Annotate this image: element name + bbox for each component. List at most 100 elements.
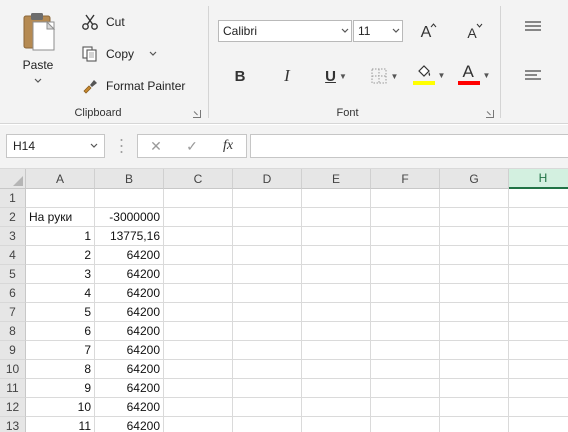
paste-button[interactable]: Paste xyxy=(12,6,64,88)
cell-h12[interactable] xyxy=(509,398,568,417)
cell-g10[interactable] xyxy=(440,360,509,379)
clipboard-launcher-icon[interactable] xyxy=(193,110,201,118)
enter-icon[interactable]: ✓ xyxy=(174,138,210,155)
cell-d2[interactable] xyxy=(233,208,302,227)
cell-h13[interactable] xyxy=(509,417,568,432)
row-header[interactable]: 5 xyxy=(0,265,26,284)
cell-c12[interactable] xyxy=(164,398,233,417)
name-box[interactable]: H14 xyxy=(6,134,105,158)
cell-h11[interactable] xyxy=(509,379,568,398)
row-header[interactable]: 12 xyxy=(0,398,26,417)
cell-e13[interactable] xyxy=(302,417,371,432)
copy-button[interactable]: Copy xyxy=(80,43,134,65)
align-left-icon[interactable] xyxy=(524,69,542,81)
cell-f5[interactable] xyxy=(371,265,440,284)
font-size-dropdown-icon[interactable] xyxy=(388,21,402,41)
cell-c3[interactable] xyxy=(164,227,233,246)
cancel-icon[interactable]: ✕ xyxy=(138,138,174,155)
font-size-combo[interactable]: 11 xyxy=(353,20,403,42)
cell-f8[interactable] xyxy=(371,322,440,341)
cell-c6[interactable] xyxy=(164,284,233,303)
cell-a6[interactable]: 4 xyxy=(26,284,95,303)
cell-c11[interactable] xyxy=(164,379,233,398)
row-header[interactable]: 10 xyxy=(0,360,26,379)
cell-a7[interactable]: 5 xyxy=(26,303,95,322)
cell-d11[interactable] xyxy=(233,379,302,398)
cell-g3[interactable] xyxy=(440,227,509,246)
cell-a4[interactable]: 2 xyxy=(26,246,95,265)
cell-g13[interactable] xyxy=(440,417,509,432)
cell-b11[interactable]: 64200 xyxy=(95,379,164,398)
cell-g1[interactable] xyxy=(440,189,509,208)
cell-h5[interactable] xyxy=(509,265,568,284)
cell-f7[interactable] xyxy=(371,303,440,322)
fill-color-dropdown-icon[interactable]: ▼ xyxy=(438,71,446,80)
cell-f4[interactable] xyxy=(371,246,440,265)
bold-button[interactable]: B xyxy=(228,64,252,88)
fill-color-button[interactable]: ▼ xyxy=(411,62,447,88)
cell-a10[interactable]: 8 xyxy=(26,360,95,379)
cell-c13[interactable] xyxy=(164,417,233,432)
borders-button[interactable]: ▼ xyxy=(366,64,402,88)
cell-b7[interactable]: 64200 xyxy=(95,303,164,322)
cell-c4[interactable] xyxy=(164,246,233,265)
cell-b9[interactable]: 64200 xyxy=(95,341,164,360)
cell-g8[interactable] xyxy=(440,322,509,341)
cell-h7[interactable] xyxy=(509,303,568,322)
row-header[interactable]: 3 xyxy=(0,227,26,246)
cell-a8[interactable]: 6 xyxy=(26,322,95,341)
cell-a13[interactable]: 11 xyxy=(26,417,95,432)
align-top-icon[interactable] xyxy=(524,20,542,32)
cell-b10[interactable]: 64200 xyxy=(95,360,164,379)
cell-d7[interactable] xyxy=(233,303,302,322)
cell-h6[interactable] xyxy=(509,284,568,303)
column-header-c[interactable]: C xyxy=(164,169,233,189)
cell-g9[interactable] xyxy=(440,341,509,360)
paste-dropdown-icon[interactable] xyxy=(34,78,42,84)
cell-h4[interactable] xyxy=(509,246,568,265)
cell-h3[interactable] xyxy=(509,227,568,246)
cell-h2[interactable] xyxy=(509,208,568,227)
cell-e4[interactable] xyxy=(302,246,371,265)
cell-d10[interactable] xyxy=(233,360,302,379)
increase-font-size-button[interactable]: A xyxy=(414,21,438,45)
underline-button[interactable]: U ▼ xyxy=(318,64,354,88)
font-name-dropdown-icon[interactable] xyxy=(337,21,351,41)
cell-f2[interactable] xyxy=(371,208,440,227)
cell-d13[interactable] xyxy=(233,417,302,432)
row-header[interactable]: 7 xyxy=(0,303,26,322)
column-header-f[interactable]: F xyxy=(371,169,440,189)
cut-button[interactable]: Cut xyxy=(80,11,125,33)
cell-a2[interactable]: На руки xyxy=(26,208,95,227)
cell-g6[interactable] xyxy=(440,284,509,303)
formula-input[interactable] xyxy=(250,134,568,158)
cell-e8[interactable] xyxy=(302,322,371,341)
cell-c7[interactable] xyxy=(164,303,233,322)
cell-c10[interactable] xyxy=(164,360,233,379)
row-header[interactable]: 1 xyxy=(0,189,26,208)
decrease-font-size-button[interactable]: A xyxy=(460,21,484,45)
row-header[interactable]: 9 xyxy=(0,341,26,360)
cell-c9[interactable] xyxy=(164,341,233,360)
cell-g2[interactable] xyxy=(440,208,509,227)
cell-e9[interactable] xyxy=(302,341,371,360)
cell-c2[interactable] xyxy=(164,208,233,227)
cell-d8[interactable] xyxy=(233,322,302,341)
font-name-combo[interactable]: Calibri xyxy=(218,20,352,42)
cell-b6[interactable]: 64200 xyxy=(95,284,164,303)
cell-b8[interactable]: 64200 xyxy=(95,322,164,341)
name-box-dropdown-icon[interactable] xyxy=(90,143,98,149)
cell-f1[interactable] xyxy=(371,189,440,208)
cell-h9[interactable] xyxy=(509,341,568,360)
cell-c5[interactable] xyxy=(164,265,233,284)
cell-d6[interactable] xyxy=(233,284,302,303)
worksheet-grid[interactable]: A B C D E F G H 1 2 На руки -3000000 3 1 13775,16 4 2 642… xyxy=(0,169,568,432)
cell-d5[interactable] xyxy=(233,265,302,284)
cell-g7[interactable] xyxy=(440,303,509,322)
cell-a1[interactable] xyxy=(26,189,95,208)
cell-d3[interactable] xyxy=(233,227,302,246)
cell-a12[interactable]: 10 xyxy=(26,398,95,417)
cell-h1[interactable] xyxy=(509,189,568,208)
row-header[interactable]: 13 xyxy=(0,417,26,432)
column-header-g[interactable]: G xyxy=(440,169,509,189)
